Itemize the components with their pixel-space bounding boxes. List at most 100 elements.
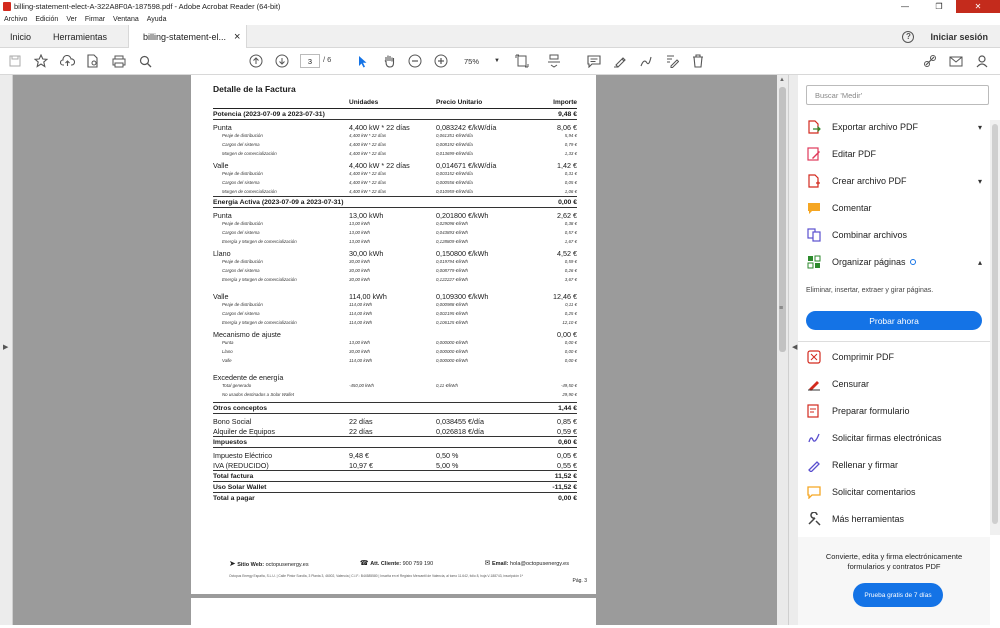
pdf-page-next	[191, 598, 596, 628]
table-row: Llano 30,00 kWh 0,150800 €/kWh 4,52 €	[213, 248, 577, 258]
section-impuestos: Impuestos 0,60 €	[213, 436, 577, 448]
phone-icon: ☎	[359, 560, 369, 567]
menu-archivo[interactable]: Archivo	[4, 16, 27, 23]
share-user-icon[interactable]	[974, 53, 990, 69]
menu-firmar[interactable]: Firmar	[85, 16, 105, 23]
table-subrow: Peaje de distribución 4,400 kW * 22 días 0…	[222, 171, 577, 176]
hand-tool-icon[interactable]	[381, 53, 397, 69]
tool-combinar[interactable]: Combinar archivos	[806, 224, 986, 246]
tool-rellenar-firmar[interactable]: Rellenar y firmar	[806, 454, 986, 476]
tool-exportar-pdf[interactable]: Exportar archivo PDF ▾	[806, 116, 986, 138]
document-viewport[interactable]: ▶ Detalle de la Factura Unidades Precio …	[0, 75, 788, 628]
table-row: Alquiler de Equipos 22 días 0,026818 €/día…	[213, 427, 577, 436]
legal-text: Octopus Energy España, S.L.U. | Calle Pi…	[229, 574, 523, 578]
total-factura: Total factura 11,52 €	[213, 470, 577, 481]
signin-button[interactable]: Iniciar sesión	[930, 32, 988, 42]
create-pdf-icon	[806, 173, 822, 189]
tab-inicio[interactable]: Inicio	[10, 25, 31, 48]
tool-editar-pdf[interactable]: Editar PDF	[806, 143, 986, 165]
comment-icon[interactable]	[586, 53, 602, 69]
tool-crear-pdf[interactable]: Crear archivo PDF ▾	[806, 170, 986, 192]
save-icon[interactable]	[7, 53, 23, 69]
table-subrow: Margen de comercialización 4,400 kW * 22 …	[222, 151, 577, 156]
splitter-grip-icon[interactable]: ≡	[779, 305, 783, 312]
zoom-select[interactable]: 75% ▼	[460, 54, 504, 68]
trash-icon[interactable]	[690, 53, 706, 69]
table-subrow: Cargos del sistema 13,00 kWh 0,043893 €/kW…	[222, 230, 577, 235]
edit-text-icon[interactable]	[664, 53, 680, 69]
table-row: Punta 13,00 kWh 0,201800 €/kWh 2,62 €	[213, 210, 577, 220]
select-cursor-icon[interactable]	[355, 53, 371, 69]
section-potencia: Potencia (2023-07-09 a 2023-07-31) 9,48 …	[213, 111, 577, 120]
tool-solicitar-comentarios[interactable]: Solicitar comentarios	[806, 481, 986, 503]
document-search-icon[interactable]	[85, 53, 101, 69]
table-subrow: Peaje de distribución 114,00 kWh 0,000988 …	[222, 302, 577, 307]
table-subrow: No usados destinados a Solar Wallet 29,90…	[222, 392, 577, 397]
table-subrow: Peaje de distribución 13,00 kWh 0,029098 €…	[222, 221, 577, 226]
tool-organizar[interactable]: Organizar páginas ▴	[806, 251, 986, 273]
minimize-button[interactable]: —	[888, 0, 922, 13]
scroll-mode-icon[interactable]	[546, 53, 562, 69]
maximize-button[interactable]: ❐	[922, 0, 956, 13]
next-page-icon[interactable]	[274, 53, 290, 69]
table-subrow: Energía y Margen de comercialización 114,…	[222, 320, 577, 325]
tab-herramientas[interactable]: Herramientas	[53, 25, 107, 48]
table-row: Valle 114,00 kWh 0,109300 €/kWh 12,46 €	[213, 291, 577, 301]
help-icon[interactable]: ?	[902, 30, 915, 43]
try-now-button[interactable]: Probar ahora	[806, 311, 982, 330]
menu-ver[interactable]: Ver	[66, 16, 77, 23]
table-subrow: Llano 30,00 kWh 0,000000 €/kWh 0,00 €	[222, 349, 577, 354]
table-subrow: Total generado -450,00 kWh 0,11 €/kWh -49,5…	[222, 383, 577, 388]
scrollbar-thumb[interactable]	[779, 87, 786, 352]
tools-panel-scrollbar[interactable]	[990, 120, 1000, 535]
email-icon: ✉	[484, 560, 491, 567]
comment-tool-icon	[806, 200, 822, 216]
table-subrow: Peaje de distribución 4,400 kW * 22 días 0…	[222, 133, 577, 138]
previous-page-icon[interactable]	[248, 53, 264, 69]
organize-description: Eliminar, insertar, extraer y girar pági…	[806, 287, 934, 294]
tool-comprimir[interactable]: Comprimir PDF	[806, 346, 986, 368]
draw-icon[interactable]	[638, 53, 654, 69]
promo-text: Convierte, edita y firma electrónicament…	[825, 552, 963, 571]
print-icon[interactable]	[111, 53, 127, 69]
tab-bar: Inicio Herramientas billing-statement-el…	[0, 25, 1000, 49]
organize-pages-icon	[806, 254, 822, 270]
tool-censurar[interactable]: Censurar	[806, 373, 986, 395]
tool-mas-herramientas[interactable]: Más herramientas	[806, 508, 986, 530]
tool-preparar-formulario[interactable]: Preparar formulario	[806, 400, 986, 422]
tool-solicitar-firmas[interactable]: Solicitar firmas electrónicas	[806, 427, 986, 449]
menu-edicion[interactable]: Edición	[35, 16, 58, 23]
tab-document[interactable]: billing-statement-el... ×	[128, 25, 248, 49]
right-panel-toggle[interactable]: ◀	[788, 75, 798, 625]
tool-comentar[interactable]: Comentar	[806, 197, 986, 219]
menu-ventana[interactable]: Ventana	[113, 16, 139, 23]
left-panel-toggle[interactable]: ▶	[0, 75, 13, 625]
invoice-detail: Detalle de la Factura Unidades Precio Un…	[213, 84, 577, 503]
table-subrow: Energía y Margen de comercialización 30,0…	[222, 277, 577, 282]
table-subrow: Punta 13,00 kWh 0,000000 €/kWh 0,00 €	[222, 340, 577, 345]
highlight-pen-icon[interactable]	[612, 53, 628, 69]
header-amount: Importe	[553, 99, 577, 106]
tools-search-input[interactable]: Buscar 'Medir'	[806, 85, 989, 105]
mail-icon[interactable]	[948, 53, 964, 69]
page-number-input[interactable]: 3	[300, 54, 320, 68]
search-icon[interactable]	[137, 53, 153, 69]
table-subrow: Energía y Margen de comercialización 13,0…	[222, 239, 577, 244]
page-fit-icon[interactable]	[514, 53, 530, 69]
scroll-up-arrow-icon[interactable]: ▲	[779, 77, 785, 83]
zoom-out-icon[interactable]	[407, 53, 423, 69]
table-subrow: Cargos del sistema 114,00 kWh 0,002195 €/k…	[222, 311, 577, 316]
close-window-button[interactable]: ✕	[956, 0, 1000, 13]
new-badge-icon	[909, 259, 916, 265]
star-icon[interactable]	[33, 53, 49, 69]
header-units: Unidades	[349, 99, 379, 106]
zoom-in-icon[interactable]	[433, 53, 449, 69]
free-trial-button[interactable]: Prueba gratis de 7 días	[853, 583, 943, 607]
document-scrollbar[interactable]: ▲ ≡	[777, 75, 788, 625]
scrollbar-thumb[interactable]	[992, 124, 998, 524]
menu-ayuda[interactable]: Ayuda	[147, 16, 167, 23]
request-signatures-icon	[806, 430, 822, 446]
upload-cloud-icon[interactable]	[59, 53, 75, 69]
link-sign-icon[interactable]	[922, 53, 938, 69]
tab-close-icon[interactable]: ×	[234, 31, 240, 43]
